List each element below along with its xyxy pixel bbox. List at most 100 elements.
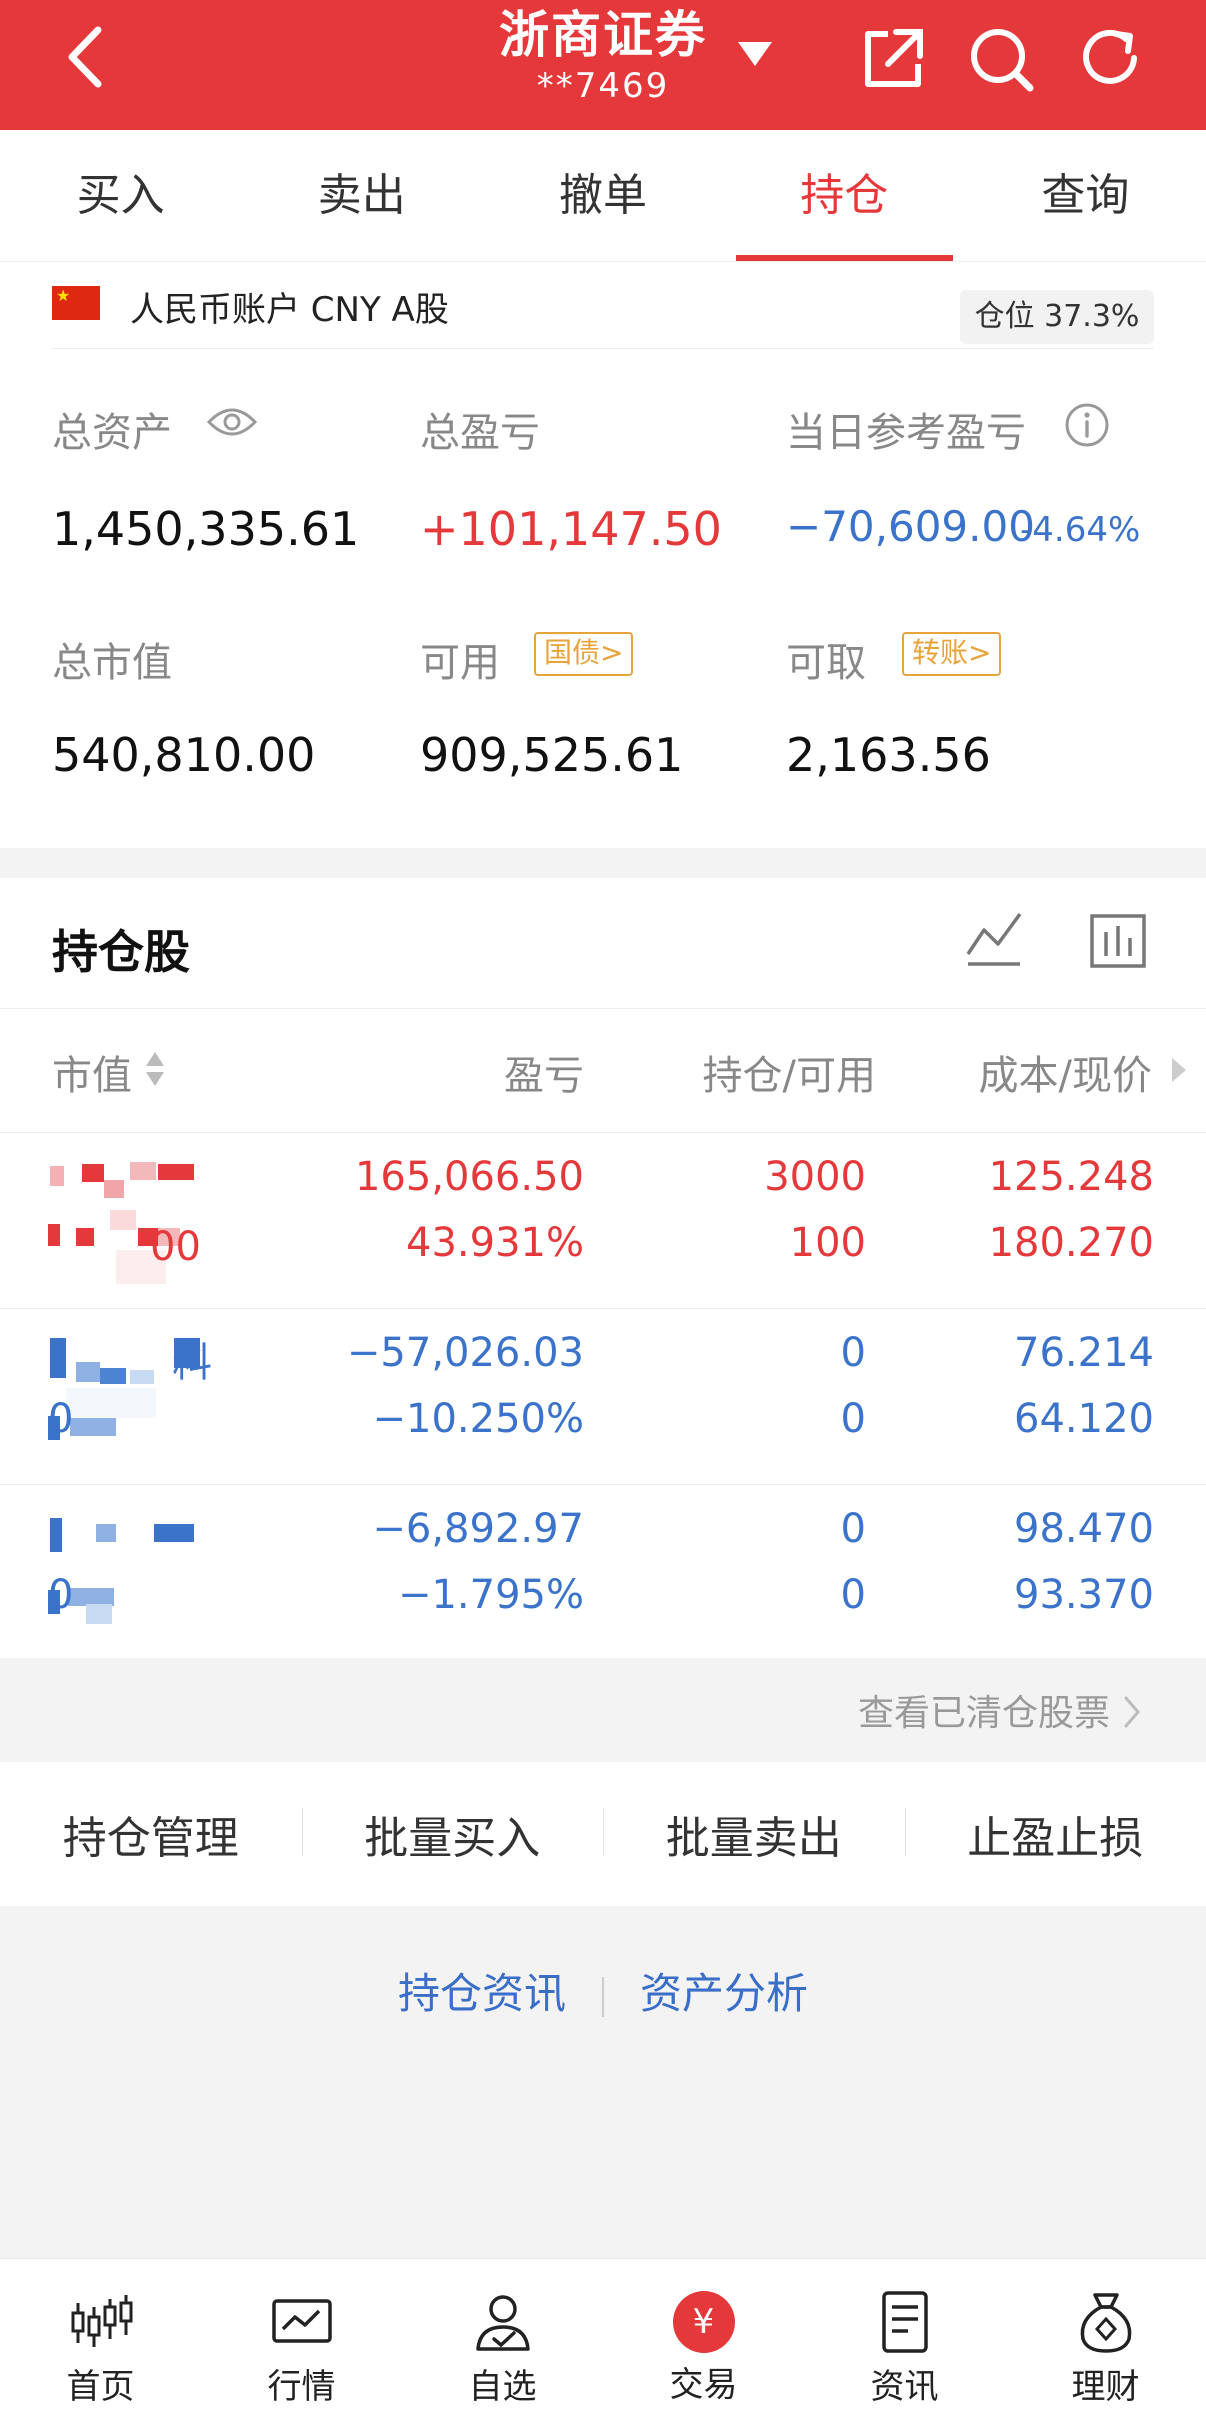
tab-holdings[interactable]: 持仓: [724, 130, 965, 261]
bottom-navigation: 首页 行情 自选 ¥ 交易 资讯 理财: [0, 2258, 1206, 2420]
market-value-value: 540,810.00: [52, 728, 316, 782]
column-cost-price: 成本/现价: [978, 1053, 1152, 1099]
withdrawable-label: 可取: [786, 640, 866, 686]
share-icon[interactable]: [858, 24, 928, 94]
nav-label: 理财: [1071, 2367, 1140, 2407]
line-chart-icon[interactable]: [962, 908, 1026, 972]
holdings-news-link[interactable]: 持仓资讯: [362, 1960, 602, 2021]
row-pl-value: −6,892.97: [372, 1506, 584, 1552]
row-position: 0: [840, 1330, 866, 1376]
batch-sell-button[interactable]: 批量卖出: [603, 1802, 905, 1866]
asset-analysis-link[interactable]: 资产分析: [604, 1960, 844, 2021]
money-bag-icon: [1080, 2293, 1131, 2353]
row-available: 0: [840, 1572, 866, 1618]
tab-cancel-order[interactable]: 撤单: [482, 130, 723, 261]
analysis-links: 持仓资讯 资产分析: [0, 1960, 1206, 2021]
china-flag-icon: ★: [52, 286, 100, 320]
transfer-tag[interactable]: 转账>: [902, 632, 1002, 676]
nav-label: 首页: [66, 2367, 135, 2407]
trade-tabs: 买入 卖出 撤单 持仓 查询: [0, 130, 1206, 262]
tab-query[interactable]: 查询: [965, 130, 1206, 261]
table-row[interactable]: 料 0 −57,026.03 −10.250% 0 0 76.214 64.12…: [0, 1310, 1206, 1484]
user-check-icon: [475, 2295, 530, 2351]
stock-code-fragment: 00: [150, 1224, 201, 1270]
document-icon: [881, 2291, 928, 2353]
row-position: 0: [840, 1506, 866, 1552]
row-pl-percent: −10.250%: [372, 1396, 584, 1442]
tab-sell[interactable]: 卖出: [241, 130, 482, 261]
nav-news[interactable]: 资讯: [804, 2259, 1005, 2420]
holdings-title: 持仓股: [52, 925, 190, 979]
row-price: 93.370: [1014, 1572, 1154, 1618]
table-row[interactable]: 0 −6,892.97 −1.795% 0 0 98.470 93.370: [0, 1486, 1206, 1660]
nav-wealth[interactable]: 理财: [1005, 2259, 1206, 2420]
eye-icon[interactable]: [206, 404, 258, 440]
divider: [0, 1008, 1206, 1009]
divider: [0, 1308, 1206, 1309]
row-position: 3000: [764, 1154, 866, 1200]
tab-buy[interactable]: 买入: [0, 130, 241, 261]
market-value-label: 总市值: [52, 640, 172, 686]
total-assets-value: 1,450,335.61: [52, 502, 360, 556]
table-row[interactable]: 00 165,066.50 43.931% 3000 100 125.248 1…: [0, 1134, 1206, 1308]
stock-code-fragment: 0: [48, 1572, 74, 1618]
row-pl-percent: −1.795%: [397, 1572, 584, 1618]
chevron-right-icon[interactable]: [1122, 1692, 1142, 1732]
daily-pl-percent: -4.64%: [1020, 510, 1141, 550]
column-profit-loss: 盈亏: [504, 1053, 584, 1099]
available-value: 909,525.61: [420, 728, 684, 782]
row-available: 100: [789, 1220, 866, 1266]
dropdown-caret-icon[interactable]: [738, 42, 772, 66]
row-price: 64.120: [1014, 1396, 1154, 1442]
divider: [0, 1132, 1206, 1133]
cleared-stocks-bar: 查看已清仓股票: [0, 1658, 1206, 1762]
row-cost: 76.214: [1014, 1330, 1154, 1376]
nav-label: 行情: [267, 2367, 336, 2407]
total-pl-label: 总盈亏: [420, 410, 540, 456]
stock-name-mosaic: [46, 1328, 246, 1458]
row-cost: 98.470: [1014, 1506, 1154, 1552]
nav-trade[interactable]: ¥ 交易: [603, 2259, 804, 2420]
nav-watchlist[interactable]: 自选: [402, 2259, 603, 2420]
column-position-available: 持仓/可用: [702, 1053, 876, 1099]
cleared-stocks-link[interactable]: 查看已清仓股票: [858, 1684, 1110, 1736]
daily-pl-value: −70,609.00: [786, 502, 1035, 551]
column-market-value[interactable]: 市值: [52, 1043, 132, 1101]
row-cost: 125.248: [988, 1154, 1154, 1200]
available-label: 可用: [420, 640, 500, 686]
divider: [0, 1484, 1206, 1485]
refresh-icon[interactable]: [1076, 24, 1146, 94]
holdings-section: 持仓股 市值 盈亏 持仓/可用 成本/现价 00 165,066.50 43.9…: [0, 878, 1206, 1658]
row-price: 180.270: [988, 1220, 1154, 1266]
stock-name-fragment: 料: [172, 1340, 212, 1386]
position-ratio-badge: 仓位 37.3%: [960, 290, 1154, 344]
total-pl-value: +101,147.50: [420, 502, 722, 556]
chart-icon: [271, 2299, 332, 2343]
row-available: 0: [840, 1396, 866, 1442]
row-pl-percent: 43.931%: [406, 1220, 584, 1266]
account-type-label: 人民币账户 CNY A股: [130, 290, 449, 330]
holding-actions: 持仓管理 批量买入 批量卖出 止盈止损: [0, 1762, 1206, 1906]
total-assets-label: 总资产: [52, 410, 172, 456]
yuan-icon: ¥: [672, 2291, 735, 2353]
batch-buy-button[interactable]: 批量买入: [301, 1802, 604, 1866]
row-pl-value: 165,066.50: [354, 1154, 584, 1200]
info-icon[interactable]: [1064, 402, 1110, 448]
take-profit-stop-loss-button[interactable]: 止盈止损: [904, 1802, 1206, 1866]
sort-icon[interactable]: [144, 1046, 166, 1092]
withdrawable-value: 2,163.56: [786, 728, 991, 782]
daily-pl-label: 当日参考盈亏: [786, 410, 1026, 456]
nav-home[interactable]: 首页: [0, 2259, 201, 2420]
treasury-bond-tag[interactable]: 国债>: [534, 632, 634, 676]
candlestick-icon: [71, 2295, 132, 2347]
position-management-button[interactable]: 持仓管理: [0, 1802, 302, 1866]
row-pl-value: −57,026.03: [346, 1330, 584, 1376]
bar-chart-icon[interactable]: [1086, 908, 1150, 972]
search-icon[interactable]: [966, 24, 1036, 94]
nav-label: 自选: [468, 2367, 537, 2407]
scroll-right-icon[interactable]: [1172, 1058, 1186, 1082]
nav-market[interactable]: 行情: [201, 2259, 402, 2420]
top-header: 浙商证券 **7469: [0, 0, 1206, 130]
divider: [52, 348, 1154, 349]
account-summary: ★ 人民币账户 CNY A股 仓位 37.3% 总资产 总盈亏 当日参考盈亏 1…: [0, 262, 1206, 848]
